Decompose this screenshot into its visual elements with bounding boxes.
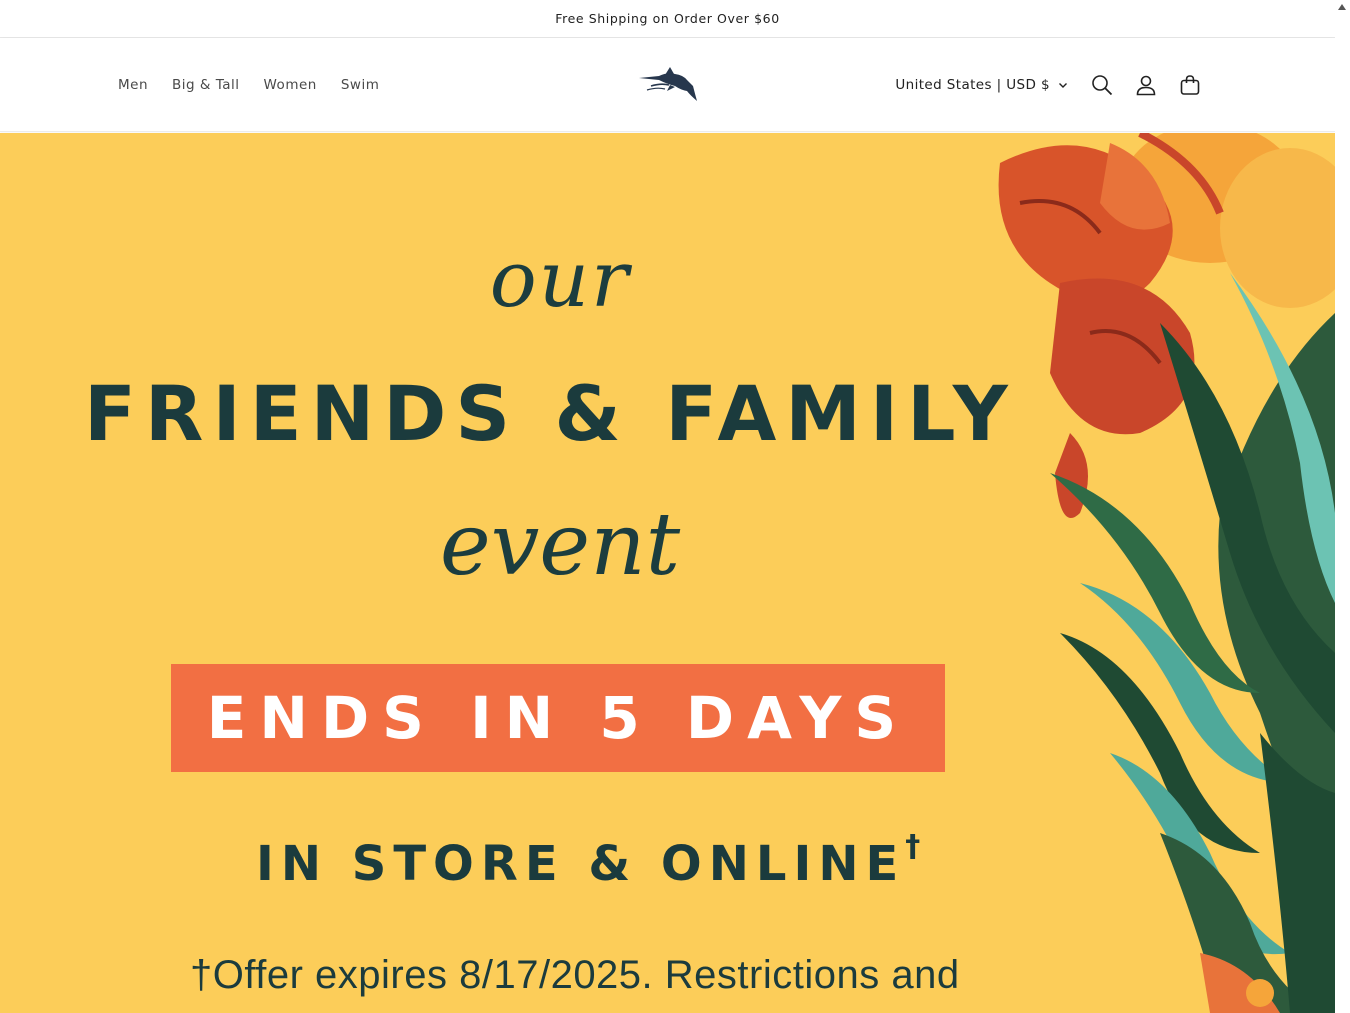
hero-store-text: IN STORE & ONLINE (256, 836, 906, 892)
account-icon (1136, 75, 1156, 96)
announcement-text: Free Shipping on Order Over $60 (555, 11, 780, 26)
nav-item-swim[interactable]: Swim (329, 71, 392, 99)
tropical-floral-illustration (998, 133, 1335, 1013)
hero-store-mark: † (905, 829, 921, 864)
locale-label: United States | USD $ (895, 77, 1050, 93)
search-button[interactable] (1080, 63, 1124, 107)
locale-selector[interactable]: United States | USD $ (895, 77, 1068, 93)
hero-countdown-banner: ENDS IN 5 DAYS (171, 664, 945, 772)
hero-line-our: our (489, 235, 631, 325)
page: Free Shipping on Order Over $60 Men Big … (0, 0, 1335, 1013)
hero-line-friends-family: FRIENDS & FAMILY (84, 369, 1017, 458)
cart-icon (1180, 75, 1200, 95)
search-icon (1092, 75, 1113, 96)
marlin-logo-icon[interactable] (637, 64, 699, 104)
hero-text: our FRIENDS & FAMILY event ENDS IN 5 DAY… (0, 133, 1120, 1013)
account-button[interactable] (1124, 63, 1168, 107)
hero-line-store-online: IN STORE & ONLINE† (256, 829, 920, 892)
hero-countdown-text: ENDS IN 5 DAYS (206, 684, 910, 752)
chevron-down-icon (1059, 83, 1067, 88)
hero-offer-disclaimer: †Offer expires 8/17/2025. Restrictions a… (190, 953, 960, 997)
nav-item-men[interactable]: Men (106, 71, 160, 99)
hero-line-event: event (439, 495, 681, 595)
header-utilities: United States | USD $ (895, 38, 1212, 132)
site-header: Men Big & Tall Women Swim United States … (0, 38, 1335, 132)
nav-item-women[interactable]: Women (252, 71, 329, 99)
page-scrollbar[interactable] (1335, 0, 1350, 1013)
nav-item-big-tall[interactable]: Big & Tall (160, 71, 251, 99)
cart-button[interactable] (1168, 63, 1212, 107)
scroll-up-arrow-icon[interactable] (1338, 4, 1346, 10)
main-nav: Men Big & Tall Women Swim (106, 38, 391, 132)
announcement-bar: Free Shipping on Order Over $60 (0, 0, 1335, 38)
hero-banner[interactable]: our FRIENDS & FAMILY event ENDS IN 5 DAY… (0, 133, 1335, 1013)
